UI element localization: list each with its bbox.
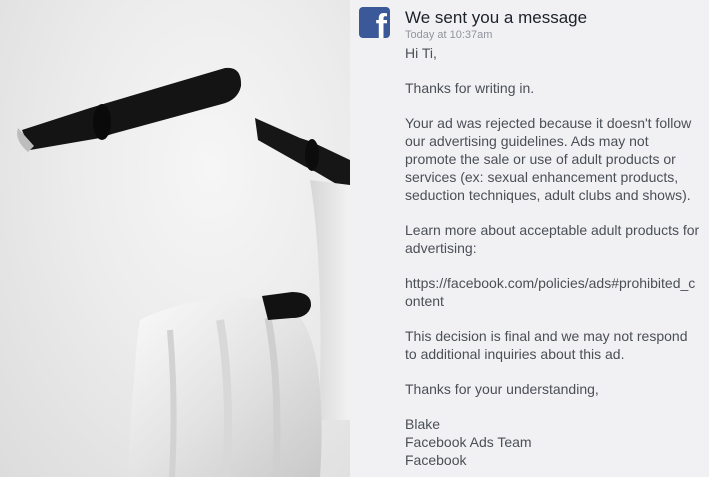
- facebook-logo-icon: f: [359, 7, 390, 38]
- wall-hooks-photo: [17, 67, 350, 477]
- message-body: Hi Ti, Thanks for writing in. Your ad wa…: [405, 44, 703, 469]
- paragraph-rejection: Your ad was rejected because it doesn't …: [405, 115, 692, 203]
- signature-team: Facebook Ads Team: [405, 434, 532, 450]
- greeting: Hi Ti,: [405, 45, 437, 61]
- paragraph-thanks: Thanks for writing in.: [405, 80, 535, 96]
- closing-text: Thanks for your understanding,: [405, 381, 599, 397]
- signature-company: Facebook: [405, 452, 467, 468]
- facebook-f-glyph: f: [375, 8, 387, 38]
- paragraph-learn-more: Learn more about acceptable adult produc…: [405, 222, 700, 256]
- paragraph-decision: This decision is final and we may not re…: [405, 328, 688, 362]
- message-title: We sent you a message: [405, 8, 588, 27]
- message-timestamp: Today at 10:37am: [405, 29, 493, 41]
- policy-link[interactable]: https://facebook.com/policies/ads#prohib…: [405, 274, 703, 310]
- signature-name: Blake: [405, 416, 441, 432]
- photo-panel: [0, 0, 350, 477]
